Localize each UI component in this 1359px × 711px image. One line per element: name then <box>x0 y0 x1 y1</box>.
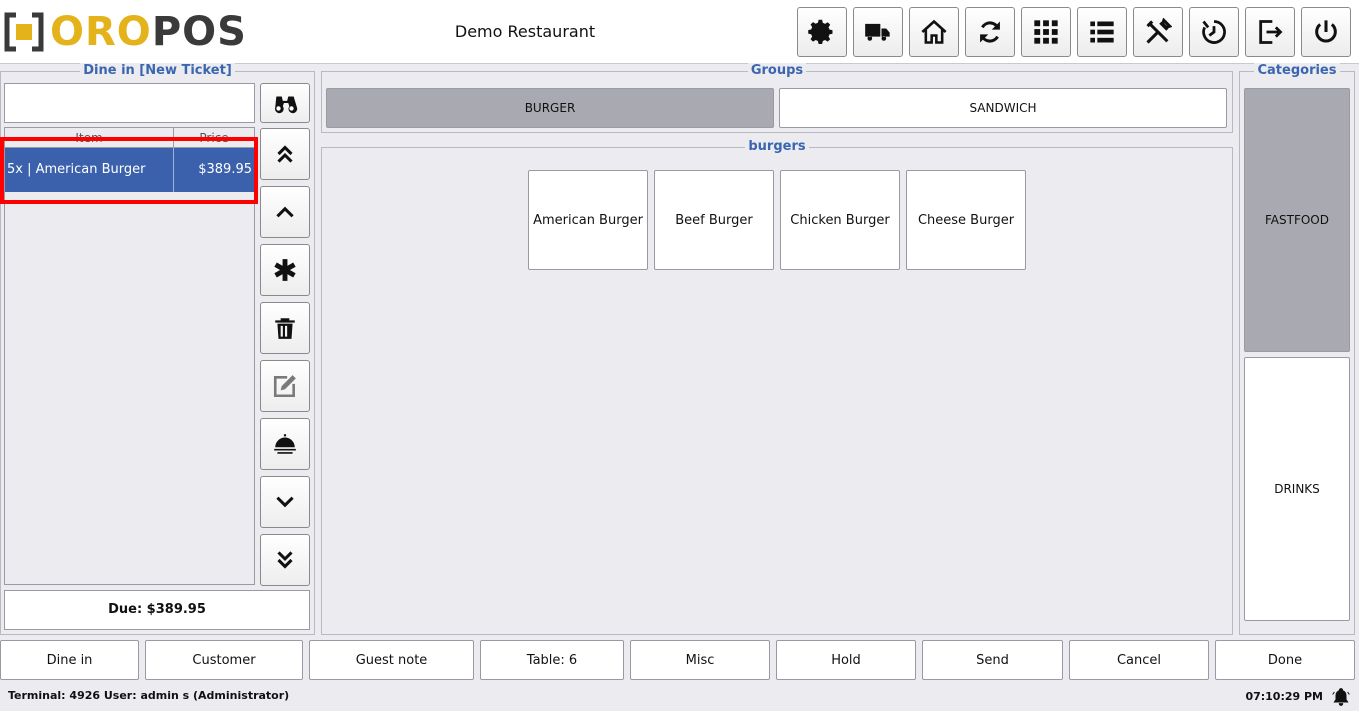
table-row[interactable]: 5x | American Burger $389.95 <box>5 148 254 192</box>
tools-button[interactable] <box>1133 7 1183 57</box>
scroll-up-button[interactable] <box>260 186 310 238</box>
tools-icon <box>1146 18 1172 44</box>
dine-in-button[interactable]: Dine in <box>0 640 139 680</box>
terminal-user-info: Terminal: 4926 User: admin s (Administra… <box>8 689 290 702</box>
list-button[interactable] <box>1077 7 1127 57</box>
category-button-fastfood[interactable]: FASTFOOD <box>1244 88 1350 352</box>
edit-icon <box>273 375 296 398</box>
misc-button[interactable]: Misc <box>630 640 770 680</box>
timer-button[interactable] <box>1189 7 1239 57</box>
ticket-search-input[interactable] <box>4 83 255 123</box>
list-icon <box>1090 21 1114 43</box>
double-chevron-down-icon <box>277 551 293 569</box>
ticket-items-table: Item Price 5x | American Burger $389.95 <box>4 127 255 585</box>
power-button[interactable] <box>1301 7 1351 57</box>
serve-button[interactable] <box>260 418 310 470</box>
home-button[interactable] <box>909 7 959 57</box>
clock-time: 07:10:29 PM <box>1245 690 1323 703</box>
delivery-button[interactable] <box>853 7 903 57</box>
asterisk-icon <box>274 259 296 281</box>
group-button-burger[interactable]: BURGER <box>326 88 774 128</box>
truck-icon <box>865 23 890 41</box>
menu-items-panel: burgers <box>321 139 1233 635</box>
cancel-button[interactable]: Cancel <box>1069 640 1209 680</box>
send-button[interactable]: Send <box>922 640 1063 680</box>
status-bar: Terminal: 4926 User: admin s (Administra… <box>0 684 1359 711</box>
ticket-item-price: $389.95 <box>198 162 252 177</box>
menu-item-beef-burger[interactable]: Beef Burger <box>654 170 774 270</box>
refresh-icon <box>980 21 1000 43</box>
table-button[interactable]: Table: 6 <box>480 640 624 680</box>
home-icon <box>921 19 947 44</box>
refresh-button[interactable] <box>965 7 1015 57</box>
column-header-price: Price <box>199 131 229 145</box>
clock-icon <box>1202 20 1226 44</box>
guest-note-button[interactable]: Guest note <box>309 640 474 680</box>
chevron-up-icon <box>276 206 294 218</box>
binoculars-icon <box>274 96 298 114</box>
logout-icon <box>1259 20 1283 44</box>
delete-item-button[interactable] <box>260 302 310 354</box>
groups-legend: Groups <box>747 63 807 78</box>
menu-item-cheese-burger[interactable]: Cheese Burger <box>906 170 1026 270</box>
action-bar: Dine in Customer Guest note Table: 6 Mis… <box>0 640 1359 680</box>
customer-button[interactable]: Customer <box>145 640 303 680</box>
hold-button[interactable]: Hold <box>776 640 916 680</box>
menu-legend: burgers <box>745 139 809 154</box>
ticket-table-header: Item Price <box>5 128 254 148</box>
scroll-top-button[interactable] <box>260 128 310 180</box>
ticket-item-name: 5x | American Burger <box>5 148 174 192</box>
trash-icon <box>275 318 295 339</box>
done-button[interactable]: Done <box>1215 640 1355 680</box>
scroll-bottom-button[interactable] <box>260 534 310 586</box>
cloche-icon <box>274 434 296 454</box>
modifier-button[interactable] <box>260 244 310 296</box>
header-toolbar <box>797 7 1351 57</box>
logo-text: OROPOS <box>50 9 247 55</box>
logo-mark-icon <box>4 12 44 52</box>
category-button-drinks[interactable]: DRINKS <box>1244 357 1350 621</box>
grid-icon <box>1034 20 1058 44</box>
menu-item-american-burger[interactable]: American Burger <box>528 170 648 270</box>
column-header-item: Item <box>5 128 174 147</box>
search-item-button[interactable] <box>260 83 310 123</box>
header-bar: OROPOS Demo Restaurant <box>0 0 1359 64</box>
double-chevron-up-icon <box>277 145 293 163</box>
scroll-down-button[interactable] <box>260 476 310 528</box>
due-total: Due: $389.95 <box>4 590 310 630</box>
gear-icon <box>808 19 833 45</box>
edit-item-button[interactable] <box>260 360 310 412</box>
grid-button[interactable] <box>1021 7 1071 57</box>
menu-item-chicken-burger[interactable]: Chicken Burger <box>780 170 900 270</box>
group-button-sandwich[interactable]: SANDWICH <box>779 88 1227 128</box>
power-icon <box>1315 20 1337 43</box>
logout-button[interactable] <box>1245 7 1295 57</box>
oropos-logo: OROPOS <box>4 12 247 52</box>
chevron-down-icon <box>276 496 294 508</box>
categories-legend: Categories <box>1254 63 1340 78</box>
restaurant-name: Demo Restaurant <box>454 22 596 41</box>
bell-icon[interactable] <box>1331 687 1351 707</box>
settings-button[interactable] <box>797 7 847 57</box>
ticket-legend: Dine in [New Ticket] <box>80 63 235 78</box>
